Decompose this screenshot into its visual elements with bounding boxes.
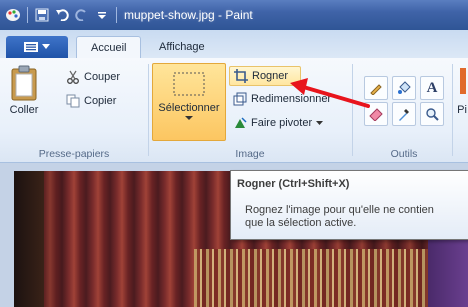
rotate-icon <box>233 116 247 130</box>
text-a-icon: A <box>426 79 438 96</box>
title-separator <box>116 7 117 23</box>
crop-tooltip: Rogner (Ctrl+Shift+X) Rognez l'image pou… <box>230 170 468 240</box>
clipboard-group-label: Presse-papiers <box>38 148 110 160</box>
select-label: Sélectionner <box>158 102 220 114</box>
chevron-down-icon <box>185 116 193 120</box>
group-separator <box>148 64 149 156</box>
crop-label: Rogner <box>252 70 289 82</box>
window-title: muppet-show.jpg - Paint <box>124 8 253 22</box>
resize-button[interactable]: Redimensionner <box>233 90 331 108</box>
clipboard-icon <box>11 65 37 101</box>
tooltip-description: Rognez l'image pour qu'elle ne contien q… <box>245 204 468 230</box>
resize-label: Redimensionner <box>251 93 332 105</box>
customize-quick-access-icon[interactable] <box>93 6 111 24</box>
brushes-label: Pi <box>457 104 467 116</box>
eyedropper-icon <box>399 109 409 121</box>
undo-icon[interactable] <box>53 6 71 24</box>
color-picker-tool[interactable] <box>392 102 416 126</box>
brushes-button[interactable]: Pi <box>456 64 468 116</box>
image-group-label: Image <box>235 148 265 160</box>
cut-label: Couper <box>84 71 121 83</box>
copy-button[interactable]: Copier <box>66 92 116 110</box>
paint-app-icon[interactable] <box>4 6 22 24</box>
scissors-icon <box>66 70 80 84</box>
rotate-button[interactable]: Faire pivoter <box>233 114 324 132</box>
save-icon[interactable] <box>33 6 51 24</box>
crop-icon <box>234 69 248 83</box>
group-separator <box>352 64 353 156</box>
tab-accueil[interactable]: Accueil <box>76 36 142 60</box>
file-menu-icon <box>24 42 38 52</box>
selection-rectangle-icon <box>173 72 205 96</box>
rotate-label: Faire pivoter <box>251 117 313 129</box>
paint-bucket-icon <box>398 81 411 94</box>
copy-label: Copier <box>84 95 117 107</box>
file-menu-button[interactable] <box>6 36 68 58</box>
quick-access-separator <box>27 7 28 23</box>
fill-tool[interactable] <box>392 76 416 100</box>
group-separator <box>452 64 453 156</box>
magnifier-tool[interactable] <box>420 102 444 126</box>
ribbon-tab-row: Accueil Affichage <box>0 30 468 60</box>
copy-icon <box>66 94 80 108</box>
tooltip-title: Rogner (Ctrl+Shift+X) <box>237 178 350 190</box>
tab-affichage[interactable]: Affichage <box>145 36 219 58</box>
quick-access-toolbar <box>0 0 120 30</box>
ribbon: Coller Couper Copier Presse-papiers Séle… <box>0 58 468 163</box>
eraser-tool[interactable] <box>364 102 388 126</box>
eraser-icon <box>369 108 383 121</box>
tooltip-line-2: que la sélection active. <box>245 217 357 229</box>
paste-label: Coller <box>9 104 39 116</box>
select-button[interactable]: Sélectionner <box>152 63 226 141</box>
tools-group-label: Outils <box>390 148 418 160</box>
paste-button[interactable]: Coller <box>4 64 44 116</box>
tooltip-line-1: Rognez l'image pour qu'elle ne contien <box>245 204 434 216</box>
chevron-down-icon <box>42 44 50 49</box>
pencil-icon <box>370 84 382 95</box>
text-tool[interactable]: A <box>420 76 444 100</box>
pencil-tool[interactable] <box>364 76 388 100</box>
crop-button[interactable]: Rogner <box>229 66 301 86</box>
cut-button[interactable]: Couper <box>66 68 120 86</box>
resize-icon <box>233 92 247 106</box>
photo-fringe-region <box>194 249 434 307</box>
redo-icon[interactable] <box>73 6 91 24</box>
brush-icon <box>460 68 466 94</box>
chevron-down-icon <box>316 120 324 125</box>
title-bar: muppet-show.jpg - Paint <box>0 0 468 30</box>
photo-dark-region <box>14 171 44 307</box>
magnifier-icon <box>426 108 439 121</box>
